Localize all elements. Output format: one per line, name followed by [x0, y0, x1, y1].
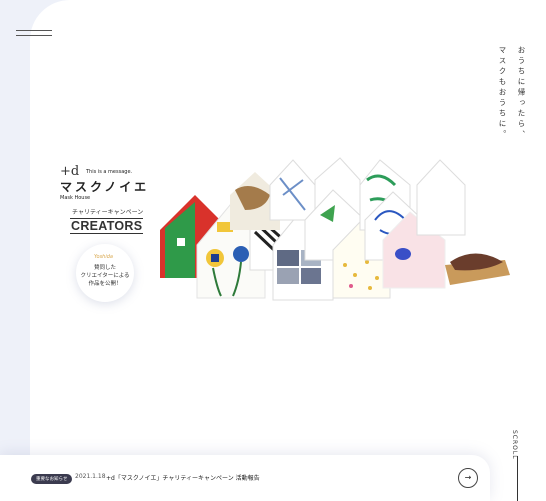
logo-title: マスクノイエ	[60, 180, 150, 194]
creators-link-circle[interactable]: Yoshida 賛同した クリエイターによる 作品を公開！	[76, 244, 134, 302]
left-margin	[0, 0, 30, 501]
creators-heading: CREATORS	[70, 218, 144, 234]
hamburger-menu-icon[interactable]	[16, 28, 54, 38]
arrow-right-icon[interactable]: →	[458, 468, 478, 488]
important-badge: 重要なお知らせ	[31, 474, 73, 484]
news-date: 2021.1.18	[75, 473, 106, 480]
signature-text: Yoshida	[94, 254, 113, 260]
tagline-left: マスクもおうちに。	[495, 42, 509, 145]
logo-mark: +d	[60, 164, 80, 179]
news-bar: 重要なお知らせ 2021.1.18 +d「マスクノイエ」チャリティーキャンペーン…	[0, 455, 490, 501]
scroll-line	[517, 456, 518, 501]
tagline-right: おうちに帰ったら、	[514, 42, 528, 145]
campaign-label: チャリティーキャンペーン	[72, 209, 144, 216]
logo-message: This is a message.	[86, 169, 133, 175]
news-link[interactable]: +d「マスクノイエ」チャリティーキャンペーン 活動報告	[106, 473, 260, 482]
logo-subtitle: Mask House	[60, 195, 91, 201]
mask-houses-illustration	[160, 157, 510, 301]
circle-line-2: クリエイターによる	[80, 273, 130, 279]
circle-line-3: 作品を公開！	[88, 281, 122, 287]
circle-line-1: 賛同した	[93, 265, 116, 271]
